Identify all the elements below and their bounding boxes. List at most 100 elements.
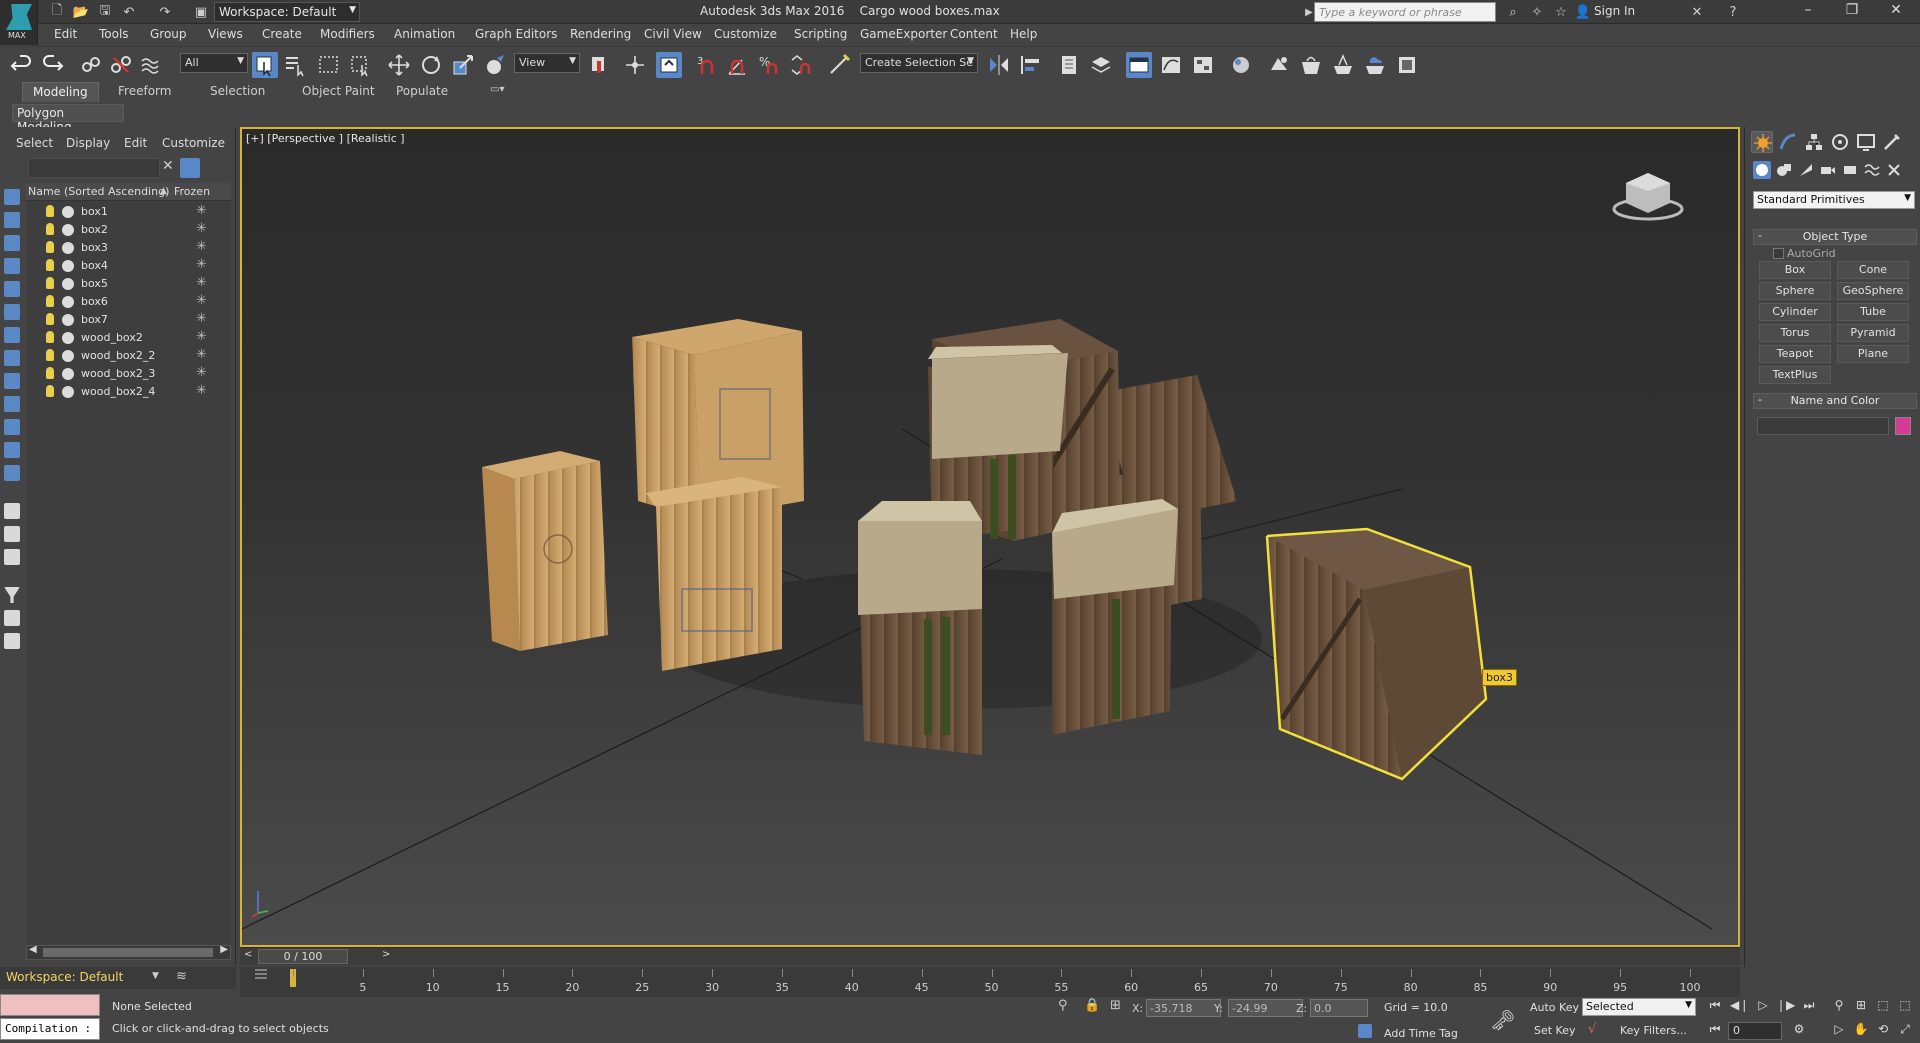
placement-icon[interactable] bbox=[482, 52, 508, 78]
freeze-snowflake-icon[interactable]: ✳ bbox=[196, 383, 207, 398]
absolute-mode-icon[interactable]: ⊞ bbox=[1110, 998, 1121, 1013]
key-filters-button[interactable]: Key Filters... bbox=[1620, 1024, 1687, 1037]
menu-animation[interactable]: Animation bbox=[394, 27, 455, 41]
display-all-icon[interactable] bbox=[4, 212, 20, 228]
list-item[interactable]: box6 ✳ bbox=[26, 293, 231, 311]
light-bulb-icon[interactable] bbox=[46, 367, 54, 379]
ribbon-tab-modeling[interactable]: Modeling bbox=[22, 82, 99, 102]
display-lights-icon[interactable] bbox=[4, 281, 20, 297]
create-tab-icon[interactable] bbox=[1751, 131, 1773, 153]
light-bulb-icon[interactable] bbox=[46, 205, 54, 217]
named-selection-set-dropdown[interactable]: Create Selection Se ▼ bbox=[860, 53, 978, 73]
menu-customize[interactable]: Customize bbox=[714, 27, 777, 41]
cylinder-button[interactable]: Cylinder bbox=[1759, 303, 1831, 321]
render-cloud-icon[interactable] bbox=[1362, 52, 1388, 78]
list-item[interactable]: box1 ✳ bbox=[26, 203, 231, 221]
workspace-selector[interactable]: Workspace: Default ▼ ≋ bbox=[0, 967, 236, 989]
snaps-toggle-icon[interactable]: 3 bbox=[694, 52, 720, 78]
help-icon[interactable]: ? bbox=[1724, 3, 1742, 21]
display-shapes-icon[interactable] bbox=[4, 258, 20, 274]
window-crossing-icon[interactable] bbox=[348, 52, 374, 78]
z-coordinate-field[interactable]: 0.0 bbox=[1310, 999, 1368, 1017]
perspective-viewport[interactable]: [+] [Perspective ] [Realistic ] box3 bbox=[240, 127, 1740, 947]
redo-icon[interactable] bbox=[40, 52, 66, 78]
menu-group[interactable]: Group bbox=[150, 27, 187, 41]
ribbon-panel-polygon-modeling[interactable]: Polygon Modeling bbox=[12, 104, 124, 134]
rendered-frame-window-icon[interactable] bbox=[1298, 52, 1324, 78]
open-file-icon[interactable]: 📂 bbox=[72, 3, 90, 21]
spinner-snap-icon[interactable] bbox=[788, 52, 814, 78]
textplus-button[interactable]: TextPlus bbox=[1759, 366, 1831, 384]
time-slider-thumb[interactable]: 0 / 100 bbox=[258, 949, 348, 964]
light-bulb-icon[interactable] bbox=[46, 349, 54, 361]
light-bulb-icon[interactable] bbox=[46, 385, 54, 397]
chevron-down-icon[interactable]: ▼ bbox=[152, 971, 159, 981]
scale-icon[interactable] bbox=[450, 52, 476, 78]
ribbon-tab-populate[interactable]: Populate bbox=[396, 84, 448, 98]
freeze-snowflake-icon[interactable]: ✳ bbox=[196, 311, 207, 326]
scroll-left-icon[interactable]: ◀ bbox=[29, 944, 37, 955]
menu-help[interactable]: Help bbox=[1010, 27, 1037, 41]
freeze-snowflake-icon[interactable]: ✳ bbox=[196, 329, 207, 344]
orbit-icon[interactable]: ⟲ bbox=[1874, 1022, 1892, 1040]
schematic-view-icon[interactable] bbox=[1190, 52, 1216, 78]
object-color-swatch[interactable] bbox=[1895, 417, 1911, 435]
ribbon-tab-freeform[interactable]: Freeform bbox=[118, 84, 171, 98]
render-setup-icon[interactable] bbox=[1266, 52, 1292, 78]
display-none-icon[interactable] bbox=[4, 189, 20, 205]
explorer-menu-customize[interactable]: Customize bbox=[162, 136, 225, 150]
unlink-icon[interactable] bbox=[108, 52, 134, 78]
freeze-snowflake-icon[interactable]: ✳ bbox=[196, 257, 207, 272]
collapse-icon[interactable]: - bbox=[1758, 229, 1762, 242]
freeze-snowflake-icon[interactable]: ✳ bbox=[196, 221, 207, 236]
freeze-snowflake-icon[interactable]: ✳ bbox=[196, 293, 207, 308]
display-all-columns-icon[interactable] bbox=[4, 526, 20, 542]
material-editor-icon[interactable] bbox=[1228, 52, 1254, 78]
next-frame-icon[interactable]: ❘▶ bbox=[1776, 998, 1795, 1016]
ribbon-tab-selection[interactable]: Selection bbox=[210, 84, 265, 98]
list-item[interactable]: box2 ✳ bbox=[26, 221, 231, 239]
freeze-snowflake-icon[interactable]: ✳ bbox=[196, 275, 207, 290]
tube-button[interactable]: Tube bbox=[1837, 303, 1909, 321]
time-configuration-icon[interactable]: ⚙ bbox=[1790, 1022, 1808, 1040]
freeze-snowflake-icon[interactable]: ✳ bbox=[196, 239, 207, 254]
light-bulb-icon[interactable] bbox=[46, 259, 54, 271]
geosphere-button[interactable]: GeoSphere bbox=[1837, 282, 1909, 300]
menu-graph-editors[interactable]: Graph Editors bbox=[475, 27, 557, 41]
curve-editor-icon[interactable] bbox=[1158, 52, 1184, 78]
pan-view-icon[interactable]: ✋ bbox=[1852, 1022, 1870, 1040]
column-frozen-header[interactable]: Frozen bbox=[174, 185, 210, 198]
play-icon[interactable]: ▷ bbox=[1754, 998, 1772, 1016]
cone-button[interactable]: Cone bbox=[1837, 261, 1909, 279]
zoom-icon[interactable]: ⚲ bbox=[1830, 998, 1848, 1016]
app-logo[interactable]: MAX bbox=[0, 0, 38, 45]
project-folder-icon[interactable]: ▣ bbox=[192, 3, 210, 21]
zoom-extents-icon[interactable]: ⬚ bbox=[1874, 998, 1892, 1016]
mirror-icon[interactable] bbox=[986, 52, 1012, 78]
list-item[interactable]: box4 ✳ bbox=[26, 257, 231, 275]
previous-frame-icon[interactable]: ◀❘ bbox=[1730, 998, 1749, 1016]
object-type-rollout[interactable]: - Object Type bbox=[1753, 229, 1917, 245]
menu-gameexporter[interactable]: GameExporter bbox=[860, 27, 947, 41]
undo-icon[interactable] bbox=[8, 52, 34, 78]
move-icon[interactable] bbox=[386, 52, 412, 78]
list-item[interactable]: wood_box2_4 ✳ bbox=[26, 383, 231, 401]
add-time-tag-button[interactable]: Add Time Tag bbox=[1384, 1027, 1458, 1040]
display-children-icon[interactable] bbox=[4, 549, 20, 565]
go-to-end-icon[interactable]: ⏭ bbox=[1800, 998, 1818, 1016]
checkbox-icon[interactable] bbox=[1773, 248, 1784, 259]
toggle-ribbon-icon[interactable] bbox=[1126, 52, 1152, 78]
edit-named-selection-icon[interactable] bbox=[826, 52, 852, 78]
freeze-snowflake-icon[interactable]: ✳ bbox=[196, 347, 207, 362]
menu-edit[interactable]: Edit bbox=[54, 27, 77, 41]
new-file-icon[interactable]: 🗋 bbox=[48, 3, 66, 21]
explorer-horizontal-scrollbar[interactable]: ◀ ▶ bbox=[26, 944, 231, 960]
freeze-snowflake-icon[interactable]: ✳ bbox=[196, 203, 207, 218]
geometry-category-icon[interactable] bbox=[1753, 161, 1771, 179]
redo-icon[interactable]: ↷ bbox=[156, 3, 174, 21]
list-item[interactable]: wood_box2 ✳ bbox=[26, 329, 231, 347]
save-file-icon[interactable]: 🖫 bbox=[96, 3, 114, 21]
select-manipulate-icon[interactable] bbox=[622, 52, 648, 78]
zoom-all-icon[interactable]: ⊞ bbox=[1852, 998, 1870, 1016]
display-bones-icon[interactable] bbox=[4, 419, 20, 435]
